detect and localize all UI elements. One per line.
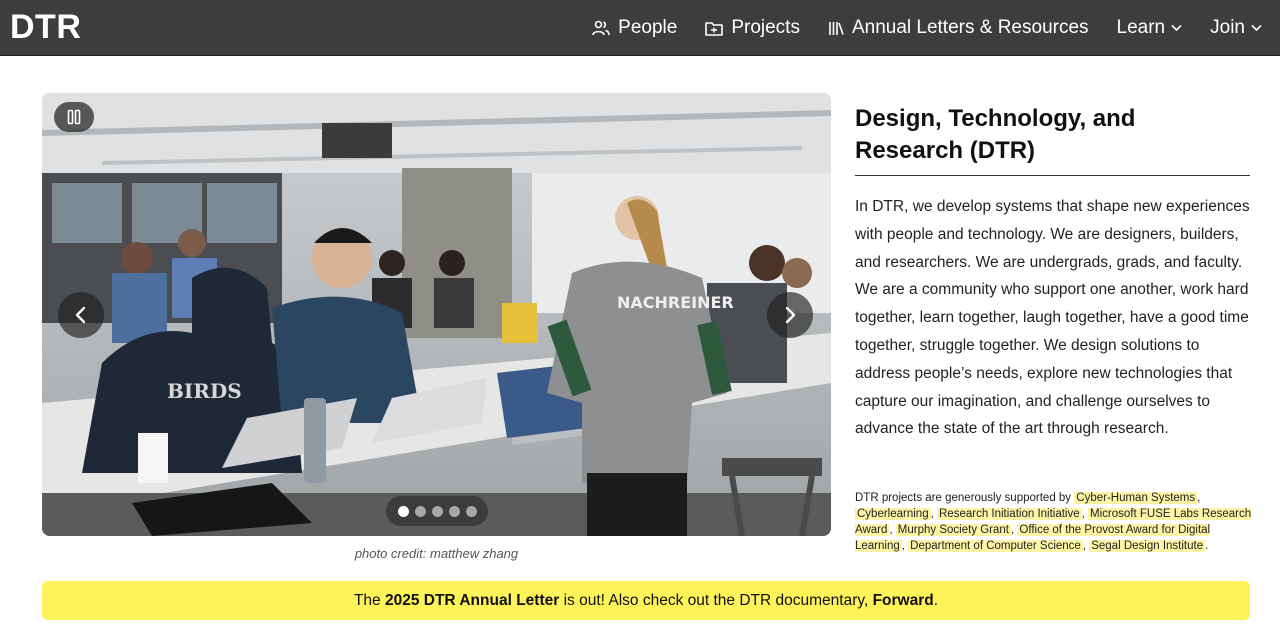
sponsors-prefix: DTR projects are generously supported by [855, 492, 1072, 504]
folder-icon [705, 21, 724, 36]
carousel-dot[interactable] [448, 505, 460, 517]
title-divider [855, 175, 1250, 176]
sponsor-link[interactable]: Segal Design Institute [1089, 540, 1206, 552]
photo-carousel[interactable]: BIRDS NACHREINER [42, 93, 831, 536]
nav-item-learn[interactable]: Learn [1117, 17, 1183, 39]
chevron-left-icon [75, 306, 86, 324]
carousel-pause-button[interactable] [54, 102, 94, 132]
photo-credit: photo credit: matthew zhang [354, 546, 519, 561]
nav-label-annual-letters: Annual Letters & Resources [851, 17, 1089, 38]
carousel-dot[interactable] [465, 505, 477, 517]
sponsor-link[interactable]: Department of Computer Science [908, 540, 1083, 552]
nav-item-annual-letters[interactable]: Annual Letters & Resources [828, 17, 1089, 39]
nav-item-join[interactable]: Join [1210, 17, 1262, 39]
nav-label-learn: Learn [1116, 17, 1166, 38]
site-logo[interactable]: DTR [10, 8, 81, 47]
library-icon [829, 21, 844, 35]
page-title: Design, Technology, and Research (DTR) [855, 105, 1136, 164]
nav-item-people[interactable]: People [592, 17, 677, 39]
jersey-text: NACHREINER [617, 293, 734, 312]
nav-label-projects: Projects [731, 17, 800, 38]
chevron-right-icon [785, 306, 796, 324]
nav-label-join: Join [1210, 17, 1245, 38]
carousel-prev-button[interactable] [58, 292, 104, 338]
announcement-banner: The 2025 DTR Annual Letter is out! Also … [42, 581, 1250, 620]
annual-letter-link[interactable]: 2025 DTR Annual Letter [385, 592, 559, 610]
nav-menu: People Projects Annual Letters & Resourc… [564, 0, 1262, 56]
carousel-dot[interactable] [397, 505, 409, 517]
banner-text-end: . [933, 591, 939, 609]
nav-label-people: People [618, 17, 678, 38]
intro-paragraph: In DTR, we develop systems that shape ne… [855, 198, 1250, 438]
banner-text-pre: The [353, 591, 381, 609]
sponsor-link[interactable]: Murphy Society Grant [895, 524, 1011, 536]
pause-icon [67, 109, 81, 125]
sponsor-link[interactable]: Cyber-Human Systems [1074, 492, 1198, 504]
top-nav: DTR People Projects Annual Letters & Res [0, 0, 1280, 56]
carousel-dot[interactable] [431, 505, 443, 517]
carousel-next-button[interactable] [767, 292, 813, 338]
sponsors-paragraph: DTR projects are generously supported by… [855, 492, 1252, 552]
sponsor-link[interactable]: Research Initiation Initiative [937, 508, 1082, 520]
nav-item-projects[interactable]: Projects [705, 17, 800, 39]
carousel-indicators [386, 496, 488, 526]
documentary-link[interactable]: Forward [873, 592, 934, 610]
people-icon [592, 20, 610, 36]
carousel-dot[interactable] [414, 505, 426, 517]
chevron-down-icon [1251, 24, 1262, 32]
sponsor-link[interactable]: Cyberlearning [855, 508, 931, 520]
svg-text:BIRDS: BIRDS [167, 379, 242, 403]
carousel-photo: BIRDS NACHREINER [42, 93, 831, 536]
chevron-down-icon [1171, 24, 1182, 32]
banner-text-mid: is out! Also check out the DTR documenta… [563, 591, 869, 609]
